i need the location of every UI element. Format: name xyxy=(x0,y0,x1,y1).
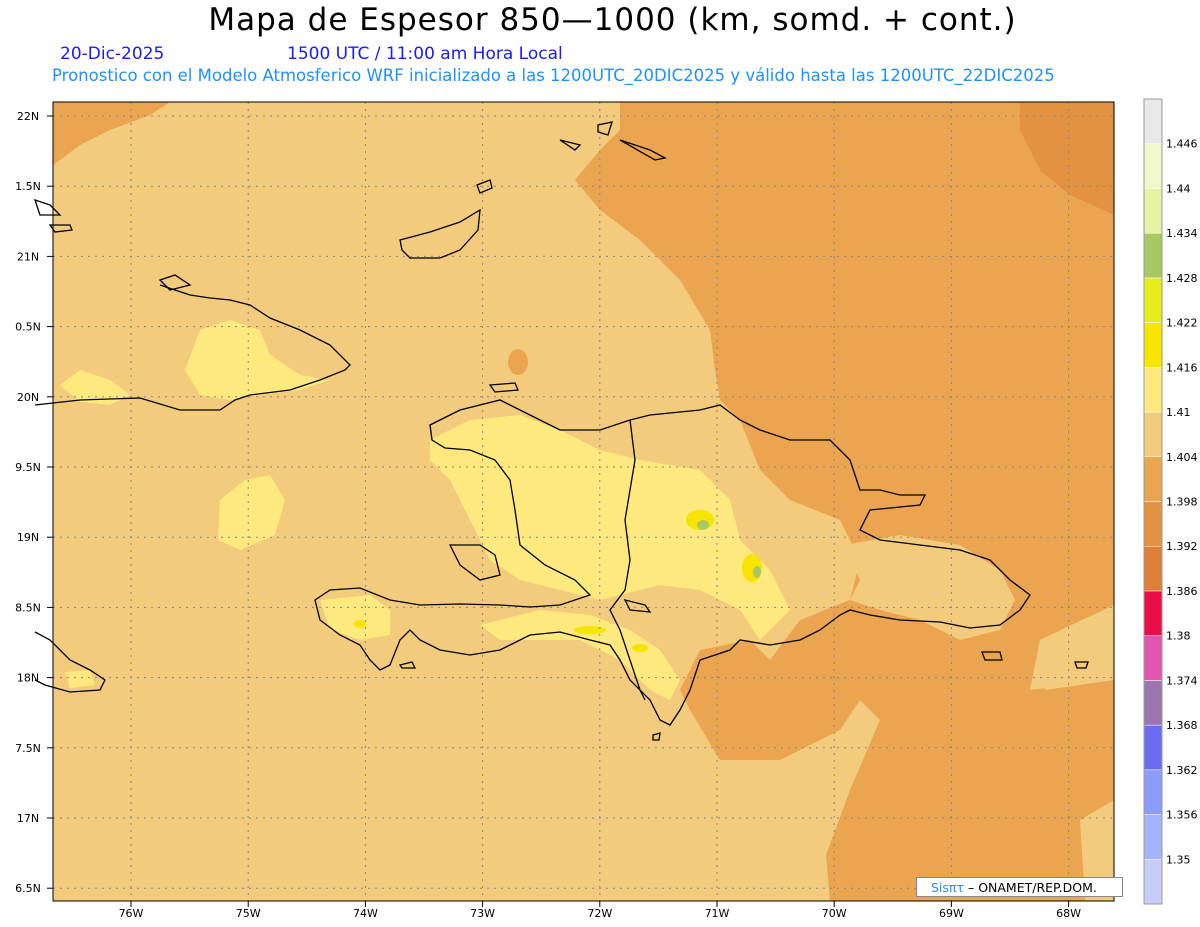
latitude-labels: 22N 1.5N 21N 0.5N 20N 9.5N 19N 8.5N 18N 7.5N 17N 6.… xyxy=(15,110,53,895)
lat-label: 21N xyxy=(17,250,39,263)
legend-swatch xyxy=(1143,769,1163,815)
legend-label: 1.416 xyxy=(1166,361,1198,374)
lat-label: 20N xyxy=(17,391,39,404)
legend-swatch xyxy=(1143,859,1163,905)
legend-label: 1.44 xyxy=(1166,182,1191,195)
lat-label: 22N xyxy=(17,110,39,123)
legend-label: 1.392 xyxy=(1166,540,1198,553)
legend-label: 1.422 xyxy=(1166,317,1198,330)
legend-swatch xyxy=(1143,590,1163,636)
legend-swatch xyxy=(1143,814,1163,860)
lat-label: 18N xyxy=(17,672,39,685)
legend-swatch xyxy=(1143,367,1163,413)
legend-swatch xyxy=(1143,143,1163,189)
lon-label: 76W xyxy=(119,907,144,920)
lon-label: 70W xyxy=(822,907,847,920)
legend-swatch xyxy=(1143,501,1163,547)
lat-label: 8.5N xyxy=(15,601,41,614)
legend-swatch xyxy=(1143,322,1163,368)
lon-label: 72W xyxy=(587,907,612,920)
credit-box: Sisπτ – ONAMET/REP.DOM. xyxy=(916,877,1123,897)
lon-label: 75W xyxy=(236,907,261,920)
color-legend: 1.35 1.356 1.362 1.368 1.374 1.38 1.386 1.392 1.… xyxy=(1143,98,1198,905)
lon-label: 74W xyxy=(353,907,378,920)
lat-label: 6.5N xyxy=(15,882,41,895)
legend-label: 1.362 xyxy=(1166,764,1198,777)
legend-label: 1.374 xyxy=(1166,674,1198,687)
legend-label: 1.428 xyxy=(1166,272,1198,285)
legend-swatch xyxy=(1143,277,1163,323)
lat-label: 7.5N xyxy=(15,742,41,755)
lon-label: 71W xyxy=(705,907,730,920)
credit-prefix: Sisπτ xyxy=(931,880,964,895)
legend-label: 1.404 xyxy=(1166,451,1198,464)
legend-label: 1.368 xyxy=(1166,719,1198,732)
lat-label: 1.5N xyxy=(15,180,41,193)
thickness-map: 22N 1.5N 21N 0.5N 20N 9.5N 19N 8.5N 18N 7.5N 17N 6.… xyxy=(15,98,1198,920)
lat-label: 0.5N xyxy=(15,321,41,334)
longitude-labels: 76W 75W 74W 73W 72W 71W 70W 69W 68W xyxy=(119,901,1081,920)
lat-label: 17N xyxy=(17,812,39,825)
legend-label: 1.398 xyxy=(1166,496,1198,509)
legend-label: 1.386 xyxy=(1166,585,1198,598)
lon-label: 73W xyxy=(470,907,495,920)
legend-label: 1.38 xyxy=(1166,630,1191,643)
legend-swatch xyxy=(1143,232,1163,279)
legend-label: 1.446 xyxy=(1166,138,1198,151)
legend-swatch xyxy=(1143,188,1163,234)
legend-swatch xyxy=(1143,98,1163,144)
legend-label: 1.41 xyxy=(1166,406,1191,419)
legend-label: 1.434 xyxy=(1166,227,1198,240)
lat-label: 9.5N xyxy=(15,461,41,474)
legend-swatch xyxy=(1143,724,1163,771)
legend-label: 1.356 xyxy=(1166,809,1198,822)
lat-label: 19N xyxy=(17,531,39,544)
lon-label: 69W xyxy=(939,907,964,920)
legend-swatch xyxy=(1143,411,1163,458)
credit-suffix: – ONAMET/REP.DOM. xyxy=(967,880,1097,895)
lon-label: 68W xyxy=(1056,907,1081,920)
legend-swatch xyxy=(1143,635,1163,681)
legend-label: 1.35 xyxy=(1166,853,1191,866)
legend-swatch xyxy=(1143,545,1163,592)
legend-swatch xyxy=(1143,456,1163,502)
legend-swatch xyxy=(1143,680,1163,726)
